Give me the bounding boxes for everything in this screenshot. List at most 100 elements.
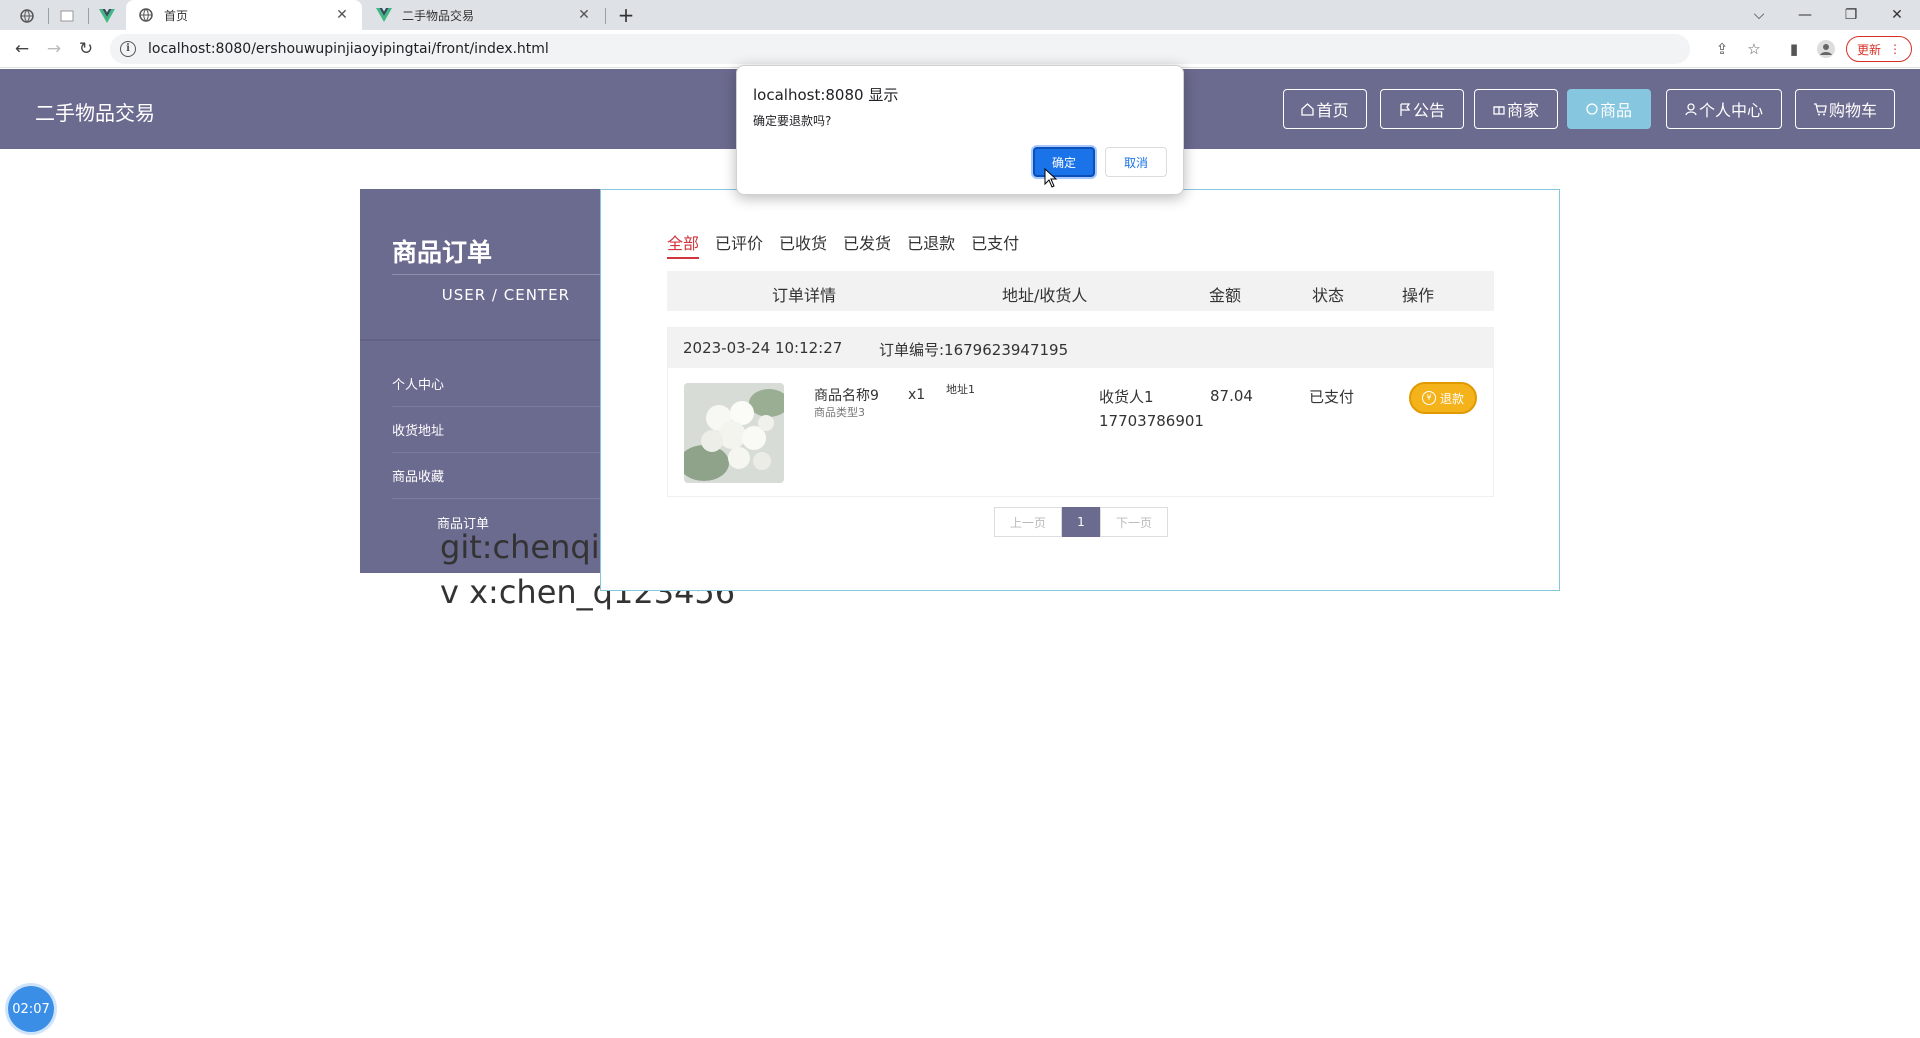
browser-toolbar: ← → ↻ i localhost:8080/ershouwupinjiaoyi…	[0, 30, 1920, 68]
sidebar-item-label: 商品收藏	[392, 470, 445, 485]
filter-all[interactable]: 全部	[667, 230, 700, 259]
product-quantity: x1	[908, 387, 926, 403]
dialog-message: 确定要退款吗?	[753, 114, 832, 128]
tab-search-chevron-icon[interactable]: ⌵	[1736, 0, 1782, 30]
update-label: 更新	[1856, 42, 1881, 57]
pinned-tab-vue[interactable]	[90, 4, 124, 28]
share-icon[interactable]: ⇪	[1710, 37, 1734, 61]
nav-cart[interactable]: 购物车	[1795, 89, 1895, 129]
nav-products[interactable]: 商品	[1567, 89, 1651, 129]
column-header: 状态	[1312, 286, 1345, 305]
receiver-info: 收货人1 17703786901	[1099, 385, 1204, 433]
sidebar-item-user-center[interactable]: 个人中心	[392, 361, 600, 407]
next-page-button[interactable]: 下一页	[1100, 507, 1168, 537]
confirm-dialog: localhost:8080 显示 确定要退款吗? 确定 取消	[736, 65, 1184, 195]
globe-icon	[20, 9, 34, 23]
divider	[392, 274, 600, 275]
yen-coin-icon: ¥	[1421, 391, 1436, 405]
refund-button[interactable]: ¥ 退款	[1409, 382, 1477, 414]
column-header: 订单详情	[772, 286, 837, 305]
gift-icon	[1493, 106, 1505, 115]
order-number: 订单编号:1679623947195	[879, 341, 1069, 359]
nav-merchant[interactable]: 商家	[1474, 89, 1558, 129]
back-button[interactable]: ←	[10, 37, 34, 61]
side-panel-icon[interactable]: ▮	[1782, 37, 1806, 61]
close-icon[interactable]: ✕	[576, 7, 592, 23]
new-tab-button[interactable]: +	[614, 3, 638, 27]
blank-page-icon	[60, 10, 74, 22]
minimize-button[interactable]: —	[1782, 0, 1828, 30]
cart-icon	[1813, 102, 1827, 115]
reload-button[interactable]: ↻	[74, 37, 98, 61]
nav-notice[interactable]: 公告	[1380, 89, 1464, 129]
site-title[interactable]: 二手物品交易	[35, 97, 155, 126]
product-type: 商品类型3	[814, 406, 865, 419]
nav-user-center[interactable]: 个人中心	[1666, 89, 1782, 129]
circle-icon	[1586, 103, 1598, 115]
bookmark-star-icon[interactable]: ☆	[1742, 37, 1766, 61]
divider	[360, 339, 600, 341]
product-image[interactable]	[684, 383, 784, 483]
nav-label: 商家	[1506, 101, 1539, 120]
filter-received[interactable]: 已收货	[779, 230, 827, 259]
sidebar-item-label: 个人中心	[392, 378, 445, 393]
sidebar-title: 商品订单	[392, 238, 493, 267]
order-filter-tabs: 全部 已评价 已收货 已发货 已退款 已支付	[667, 230, 1019, 259]
vue-logo-icon	[99, 9, 115, 23]
url-text: localhost:8080/ershouwupinjiaoyipingtai/…	[148, 41, 549, 57]
sidebar-item-favorites[interactable]: 商品收藏	[392, 453, 600, 499]
order-meta: 2023-03-24 10:12:27 订单编号:1679623947195	[668, 328, 1493, 368]
column-header: 金额	[1209, 286, 1242, 305]
user-center-sidebar: 商品订单 USER / CENTER 个人中心 收货地址 商品收藏 商品订单	[360, 189, 600, 573]
vue-logo-icon	[376, 7, 392, 23]
orders-table-header: 订单详情 地址/收货人 金额 状态 操作	[667, 271, 1494, 311]
product-name[interactable]: 商品名称9	[814, 385, 879, 405]
mouse-cursor-icon	[1044, 168, 1058, 188]
pinned-tab-blank[interactable]	[50, 4, 84, 28]
forward-button[interactable]: →	[42, 37, 66, 61]
browser-tab-bar: 首页 ✕ 二手物品交易 ✕ + ⌵ — ❐ ✕	[0, 0, 1920, 30]
recording-timer[interactable]: 02:07	[8, 986, 54, 1032]
user-icon	[1685, 102, 1697, 115]
address-bar[interactable]: i localhost:8080/ershouwupinjiaoyipingta…	[110, 34, 1690, 64]
nav-label: 公告	[1412, 101, 1445, 120]
info-icon[interactable]: i	[120, 41, 136, 57]
sidebar-item-address[interactable]: 收货地址	[392, 407, 600, 453]
filter-reviewed[interactable]: 已评价	[715, 230, 763, 259]
update-button[interactable]: 更新 ⋮	[1846, 36, 1912, 62]
more-vert-icon: ⋮	[1889, 42, 1901, 56]
close-window-button[interactable]: ✕	[1874, 0, 1920, 30]
order-time: 2023-03-24 10:12:27	[683, 339, 843, 357]
nav-label: 首页	[1316, 101, 1349, 120]
tab-title: 二手物品交易	[402, 8, 475, 23]
filter-refunded[interactable]: 已退款	[907, 230, 955, 259]
close-icon[interactable]: ✕	[334, 7, 350, 23]
confirm-ok-button[interactable]: 确定	[1033, 147, 1095, 177]
sidebar-item-label: 收货地址	[392, 424, 445, 439]
tab-secondhand[interactable]: 二手物品交易 ✕	[364, 0, 604, 30]
column-header: 地址/收货人	[1002, 286, 1088, 305]
shipping-address: 地址1	[946, 383, 975, 396]
pagination: 上一页 1 下一页	[994, 507, 1168, 537]
pinned-tab-globe[interactable]	[10, 4, 44, 28]
nav-label: 购物车	[1828, 101, 1877, 120]
home-icon	[1301, 102, 1315, 116]
column-header: 操作	[1402, 286, 1435, 305]
sidebar-header: 商品订单 USER / CENTER	[360, 189, 600, 339]
filter-paid[interactable]: 已支付	[971, 230, 1019, 259]
page-number-button[interactable]: 1	[1062, 507, 1100, 537]
confirm-cancel-button[interactable]: 取消	[1105, 147, 1167, 177]
orders-panel: 全部 已评价 已收货 已发货 已退款 已支付 订单详情 地址/收货人 金额 状态…	[600, 189, 1560, 591]
receiver-phone: 17703786901	[1099, 412, 1204, 430]
tab-title: 首页	[164, 8, 189, 23]
nav-label: 个人中心	[1698, 101, 1763, 120]
refund-label: 退款	[1439, 391, 1464, 406]
restore-button[interactable]: ❐	[1828, 0, 1874, 30]
filter-shipped[interactable]: 已发货	[843, 230, 891, 259]
prev-page-button[interactable]: 上一页	[994, 507, 1062, 537]
flag-icon	[1400, 102, 1411, 116]
nav-home[interactable]: 首页	[1283, 89, 1367, 129]
profile-avatar-icon[interactable]	[1814, 37, 1838, 61]
globe-icon	[138, 7, 154, 23]
tab-home[interactable]: 首页 ✕	[126, 0, 362, 30]
